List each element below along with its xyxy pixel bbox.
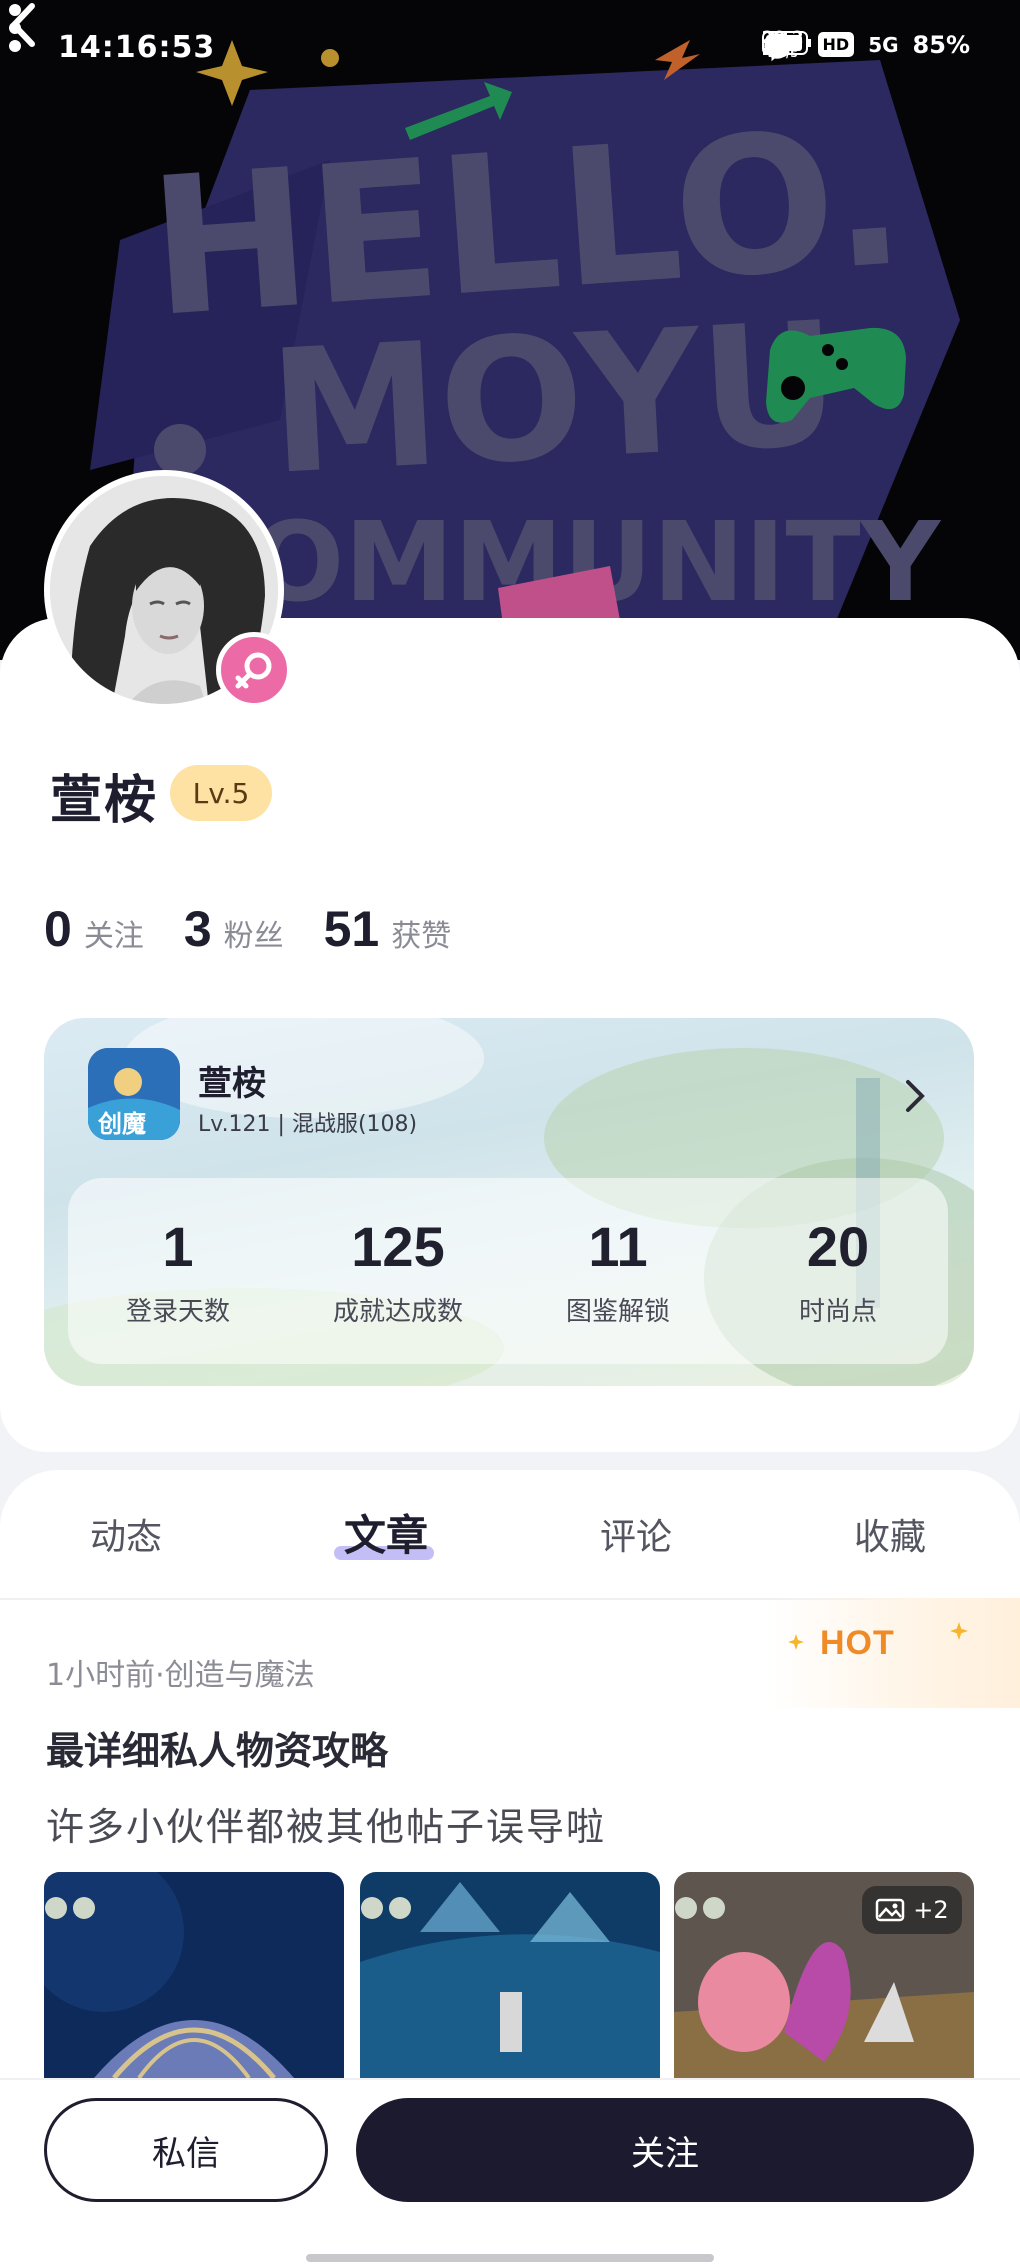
following-count[interactable]: 0 <box>44 900 72 958</box>
username: 萱桉 <box>50 771 159 831</box>
tab-comments[interactable]: 评论 <box>600 1508 672 1560</box>
following-label[interactable]: 关注 <box>84 911 144 955</box>
battery-percent: 85% <box>912 30 970 59</box>
stat-value: 125 <box>351 1215 445 1278</box>
stat-label: 登录天数 <box>125 1297 230 1327</box>
banner-line-2: MOYU <box>265 285 843 512</box>
stat-login-days: 1 登录天数 <box>78 1214 278 1328</box>
post-image[interactable] <box>360 1872 660 2078</box>
stat-value: 11 <box>588 1215 648 1278</box>
hd-badge: HD <box>817 32 855 57</box>
more-images-count: +2 <box>913 1896 949 1924</box>
message-button[interactable]: 私信 <box>44 2098 328 2202</box>
sparkle-icon <box>950 1622 968 1640</box>
stat-value: 1 <box>162 1215 194 1278</box>
status-time: 14:16:53 <box>58 30 216 65</box>
game-stats-panel: 1 登录天数 125 成就达成数 11 图鉴解锁 20 时尚点 <box>68 1178 948 1364</box>
post-image[interactable]: +2 <box>674 1872 974 2078</box>
stat-fashion: 20 时尚点 <box>738 1214 938 1328</box>
follow-button[interactable]: 关注 <box>356 2098 974 2202</box>
stat-label: 时尚点 <box>798 1297 877 1327</box>
stat-label: 成就达成数 <box>332 1297 463 1327</box>
game-icon-label: 创魔 <box>98 1110 146 1138</box>
likes-label: 获赞 <box>391 919 452 954</box>
profile-stats: 0 关注 3 粉丝 51 获赞 <box>44 900 491 958</box>
followers-count[interactable]: 3 <box>184 900 212 958</box>
status-bar: 14:16:53 20.2 KB/s HD 5G 85% <box>0 0 1020 100</box>
likes-count: 51 <box>323 901 380 957</box>
tab-articles[interactable]: 文章 <box>344 1502 428 1563</box>
game-role-server: Lv.121 | 混战服(108) <box>198 1112 418 1137</box>
home-indicator[interactable] <box>306 2254 714 2262</box>
chevron-right-icon[interactable] <box>902 1078 928 1114</box>
status-icons: 20.2 KB/s HD 5G 85% <box>761 30 970 62</box>
post-subtitle[interactable]: 许多小伙伴都被其他帖子误导啦 <box>46 1796 606 1851</box>
female-gender-icon <box>216 632 292 708</box>
followers-label[interactable]: 粉丝 <box>224 911 284 955</box>
sparkle-icon <box>788 1634 804 1650</box>
image-icon <box>876 1898 905 1922</box>
stat-codex: 11 图鉴解锁 <box>518 1214 718 1328</box>
hot-badge: HOT <box>820 1624 895 1662</box>
game-icon: 创魔 <box>88 1048 180 1140</box>
post-meta: 1小时前·创造与魔法 <box>46 1658 315 1693</box>
game-role-card[interactable]: 创魔 萱桉 Lv.121 | 混战服(108) 1 登录天数 125 成就达成数… <box>44 1018 974 1386</box>
stat-achievements: 125 成就达成数 <box>298 1214 498 1328</box>
game-role-name: 萱桉 <box>198 1064 266 1104</box>
post-title[interactable]: 最详细私人物资攻略 <box>46 1720 388 1775</box>
more-options-icon[interactable] <box>0 0 30 56</box>
signal-label: 5G <box>868 32 899 57</box>
tab-favorites[interactable]: 收藏 <box>854 1508 926 1560</box>
stat-label: 图鉴解锁 <box>565 1297 670 1327</box>
battery-icon <box>761 31 811 55</box>
post-image[interactable] <box>44 1872 344 2078</box>
tab-moments[interactable]: 动态 <box>90 1508 162 1560</box>
stat-value: 20 <box>806 1215 870 1278</box>
level-badge: Lv.5 <box>170 765 272 821</box>
hot-badge-bg <box>770 1598 1020 1708</box>
more-images-badge: +2 <box>862 1886 962 1934</box>
